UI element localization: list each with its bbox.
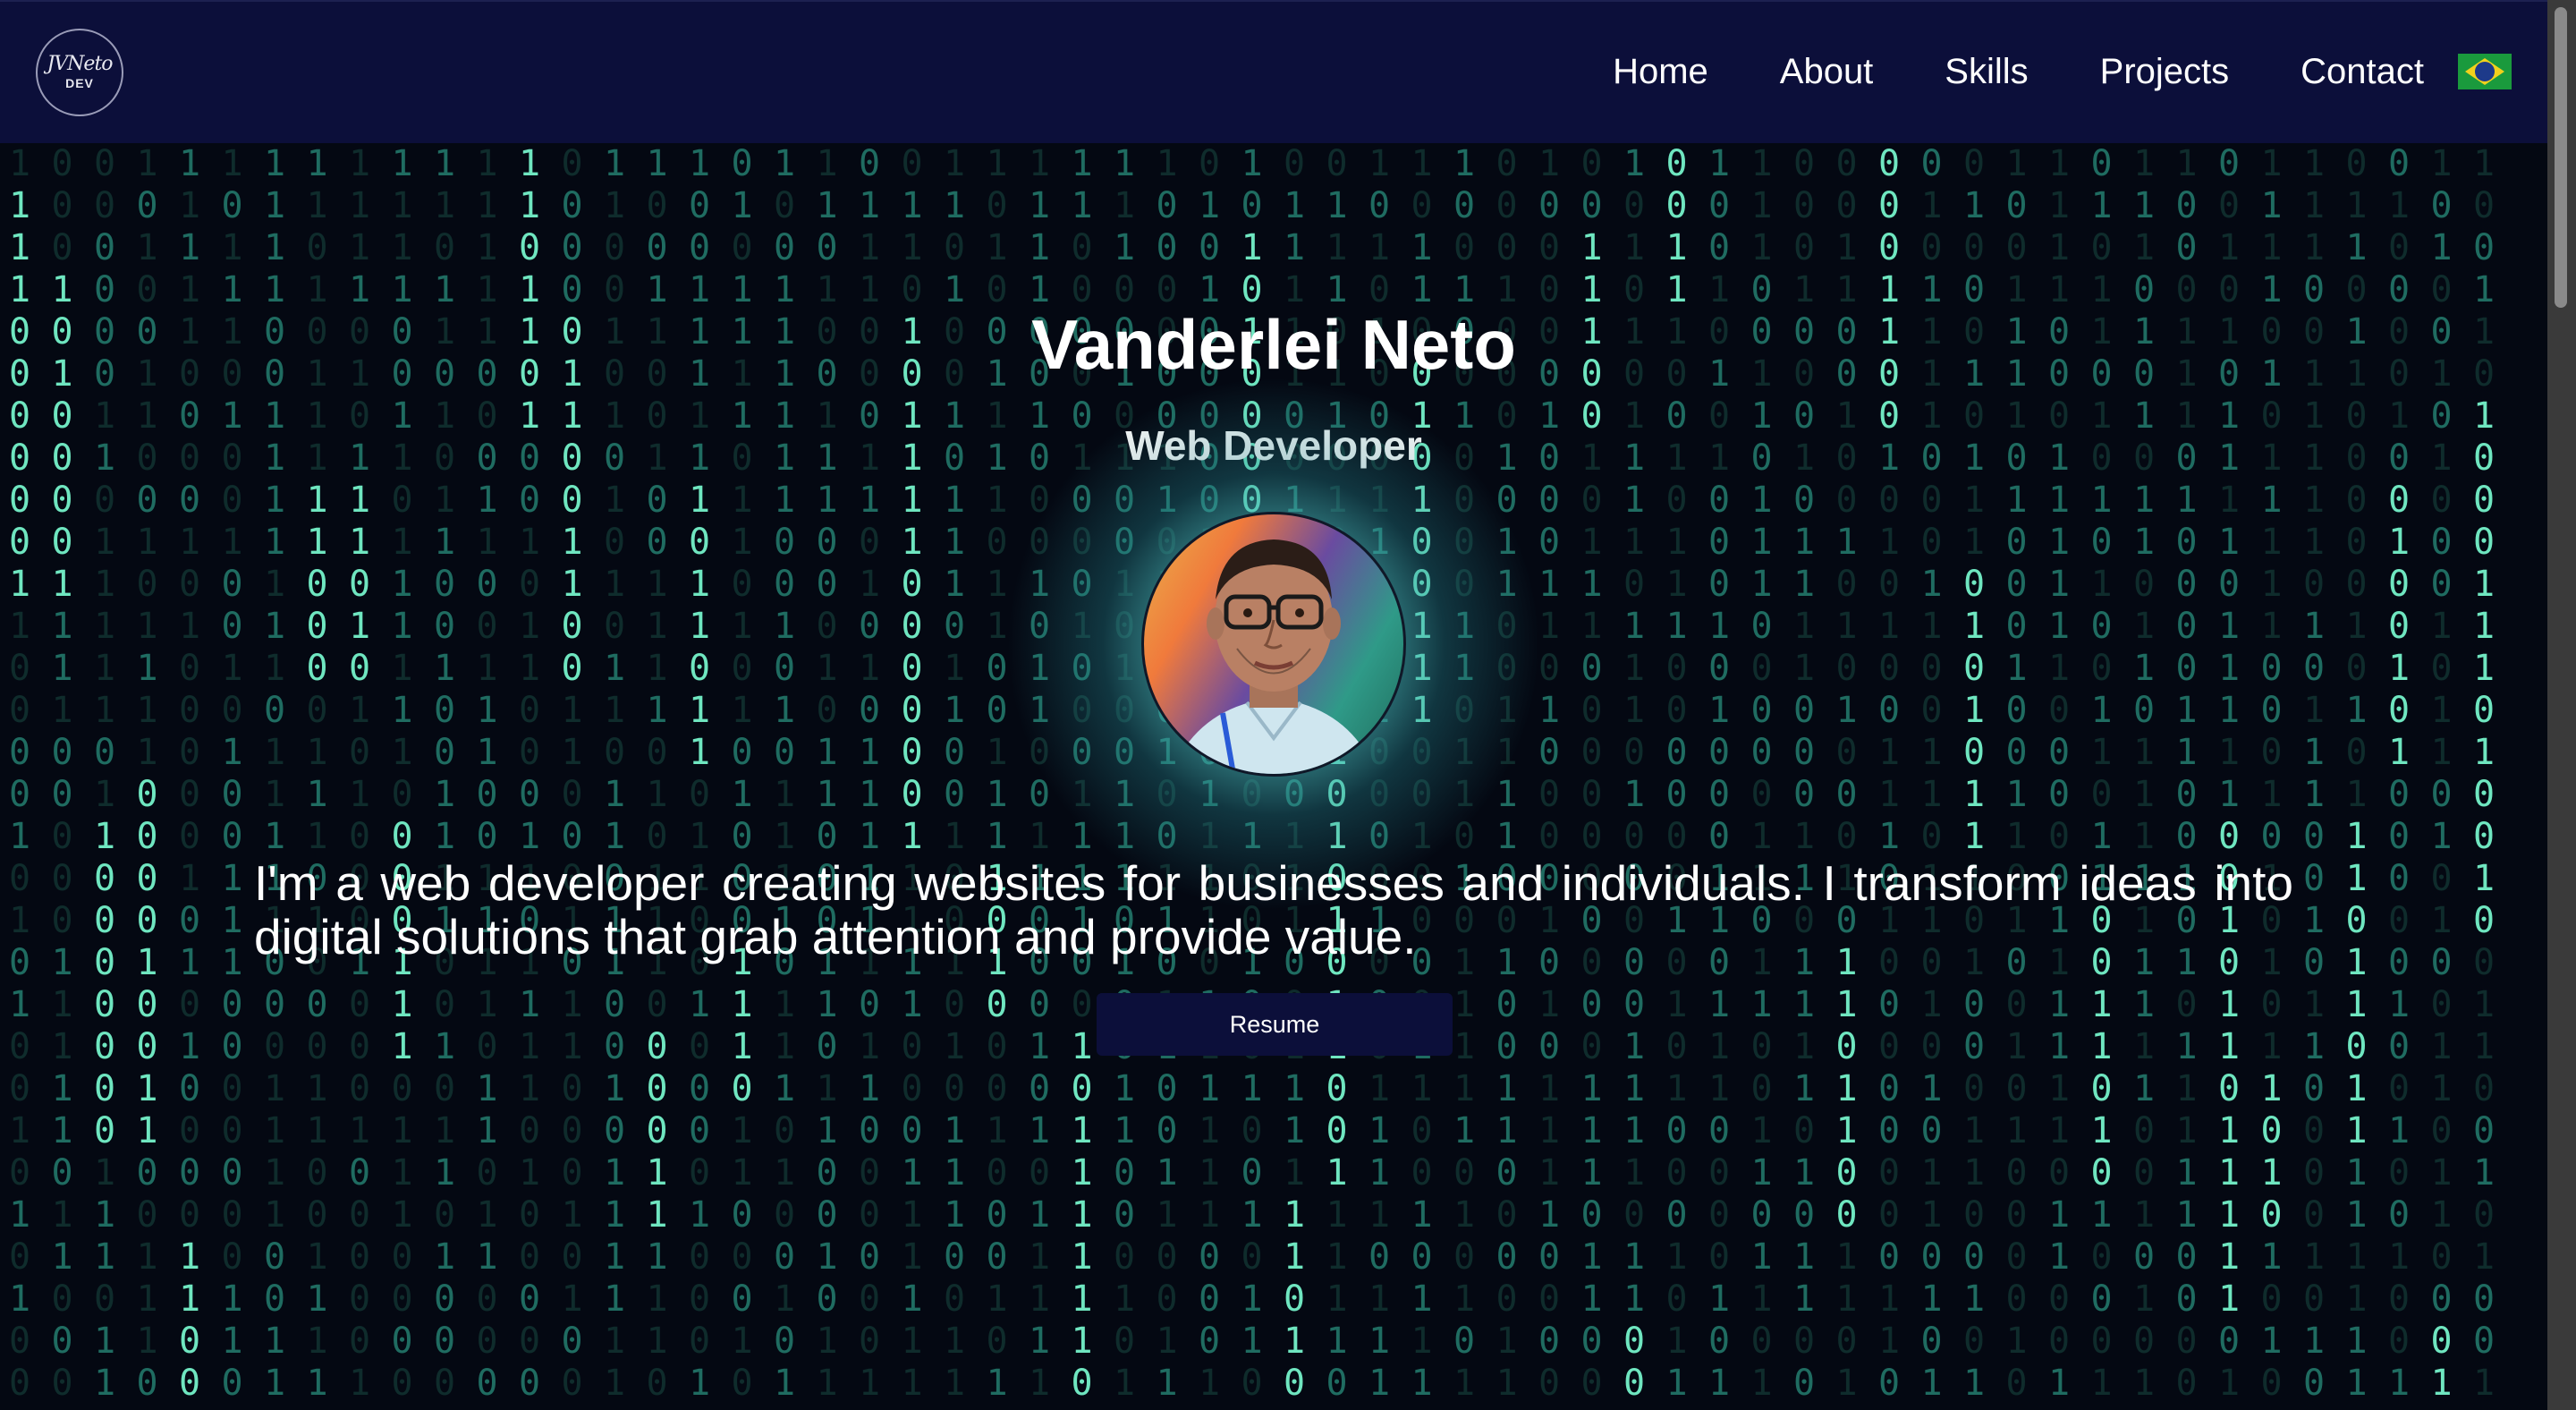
logo-script: JVNeto <box>47 53 113 75</box>
nav-links: Home About Skills Projects Contact <box>1541 2 2424 141</box>
page: 1111000000110000101010010101001000101000… <box>0 0 2576 1410</box>
flag-circle <box>2475 62 2495 81</box>
logo[interactable]: JVNeto DEV <box>36 29 123 116</box>
nav-link-home[interactable]: Home <box>1613 52 1708 92</box>
logo-sub: DEV <box>65 76 94 90</box>
scrollbar-thumb[interactable] <box>2555 7 2567 308</box>
avatar <box>1141 512 1406 777</box>
nav-link-projects[interactable]: Projects <box>2100 52 2230 92</box>
brazil-flag-icon[interactable] <box>2458 54 2512 89</box>
nav-link-about[interactable]: About <box>1780 52 1874 92</box>
avatar-portrait <box>1171 539 1377 774</box>
resume-button[interactable]: Resume <box>1097 993 1453 1056</box>
hero-name: Vanderlei Neto <box>1031 305 1516 384</box>
nav-link-contact[interactable]: Contact <box>2301 52 2424 92</box>
navbar: JVNeto DEV Home About Skills Projects Co… <box>0 0 2547 143</box>
nav-link-skills[interactable]: Skills <box>1945 52 2028 92</box>
hero-bio: I'm a web developer creating websites fo… <box>254 855 2293 964</box>
scrollbar[interactable] <box>2547 0 2576 1410</box>
